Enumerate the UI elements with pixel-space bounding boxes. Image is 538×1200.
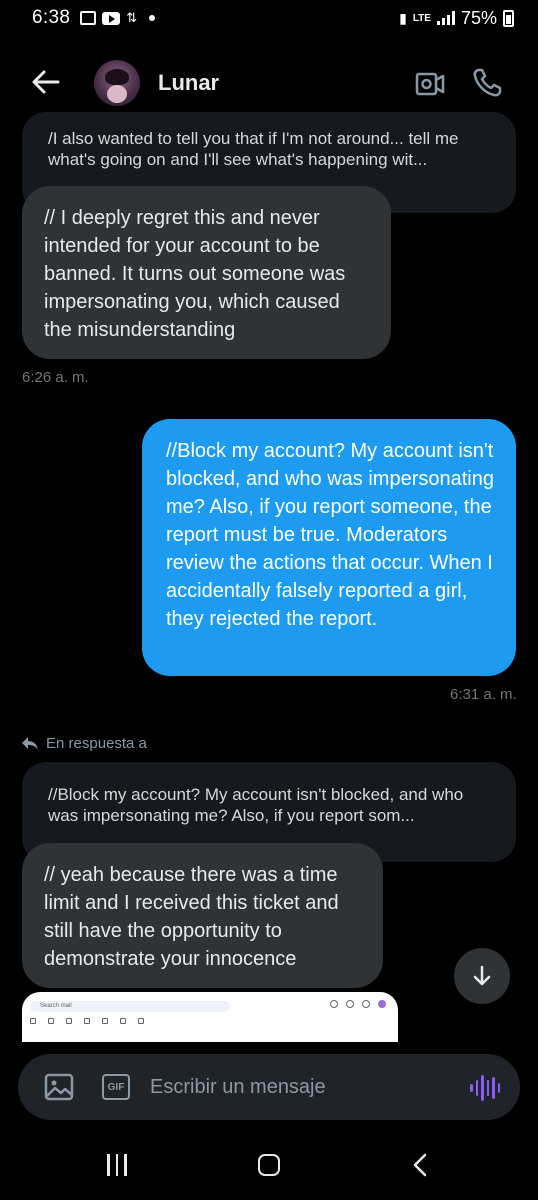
quoted-message-text: //Block my account? My account isn't blo… xyxy=(48,785,464,825)
more-notifications-icon xyxy=(149,15,156,21)
gif-button[interactable]: GIF xyxy=(102,1074,130,1100)
message-timestamp: 6:31 a. m. xyxy=(450,686,517,703)
message-composer: GIF xyxy=(18,1054,520,1120)
arrow-down-icon xyxy=(473,965,491,986)
outgoing-message[interactable]: //Block my account? My account isn't blo… xyxy=(142,419,516,676)
reply-indicator: En respuesta a xyxy=(22,735,147,752)
incoming-message-text: // yeah because there was a time limit a… xyxy=(44,864,339,970)
battery-icon xyxy=(503,9,514,27)
home-icon[interactable] xyxy=(258,1154,280,1176)
network-type: LTE xyxy=(412,12,431,24)
gallery-notification-icon xyxy=(80,11,97,25)
signal-icon xyxy=(436,11,455,25)
battery-level: 75% xyxy=(460,7,497,28)
outgoing-message-text: //Block my account? My account isn't blo… xyxy=(166,440,494,630)
data-saver-icon: ▮ xyxy=(399,9,407,26)
scroll-to-bottom-button[interactable] xyxy=(454,948,510,1004)
image-icon[interactable] xyxy=(44,1072,74,1102)
image-attachment[interactable]: Search mail xyxy=(22,992,398,1042)
chat-header: Lunar xyxy=(0,44,538,122)
incoming-message[interactable]: // yeah because there was a time limit a… xyxy=(22,843,383,988)
video-call-icon[interactable] xyxy=(414,68,446,100)
reply-label-text: En respuesta a xyxy=(46,735,147,752)
back-arrow-icon[interactable] xyxy=(30,66,62,98)
reply-arrow-icon xyxy=(22,736,38,750)
incoming-message-text: // I deeply regret this and never intend… xyxy=(44,207,346,341)
status-bar: 6:38 ⇅ ▮ LTE 75% xyxy=(0,0,538,36)
message-timestamp: 6:26 a. m. xyxy=(22,369,89,386)
quoted-message-text: /I also wanted to tell you that if I'm n… xyxy=(48,129,459,169)
status-time: 6:38 xyxy=(32,7,71,28)
transfer-notification-icon: ⇅ xyxy=(126,10,138,25)
youtube-notification-icon xyxy=(102,11,121,25)
recent-apps-icon[interactable] xyxy=(107,1154,131,1176)
avatar[interactable] xyxy=(94,60,140,106)
image-search-bar: Search mail xyxy=(30,1001,230,1012)
incoming-message[interactable]: // I deeply regret this and never intend… xyxy=(22,186,391,359)
contact-name[interactable]: Lunar xyxy=(158,70,219,96)
message-input[interactable] xyxy=(150,1070,460,1104)
phone-icon[interactable] xyxy=(470,66,504,100)
system-navigation-bar xyxy=(0,1130,538,1200)
nav-back-icon[interactable] xyxy=(408,1152,434,1178)
voice-message-icon[interactable] xyxy=(470,1074,500,1102)
